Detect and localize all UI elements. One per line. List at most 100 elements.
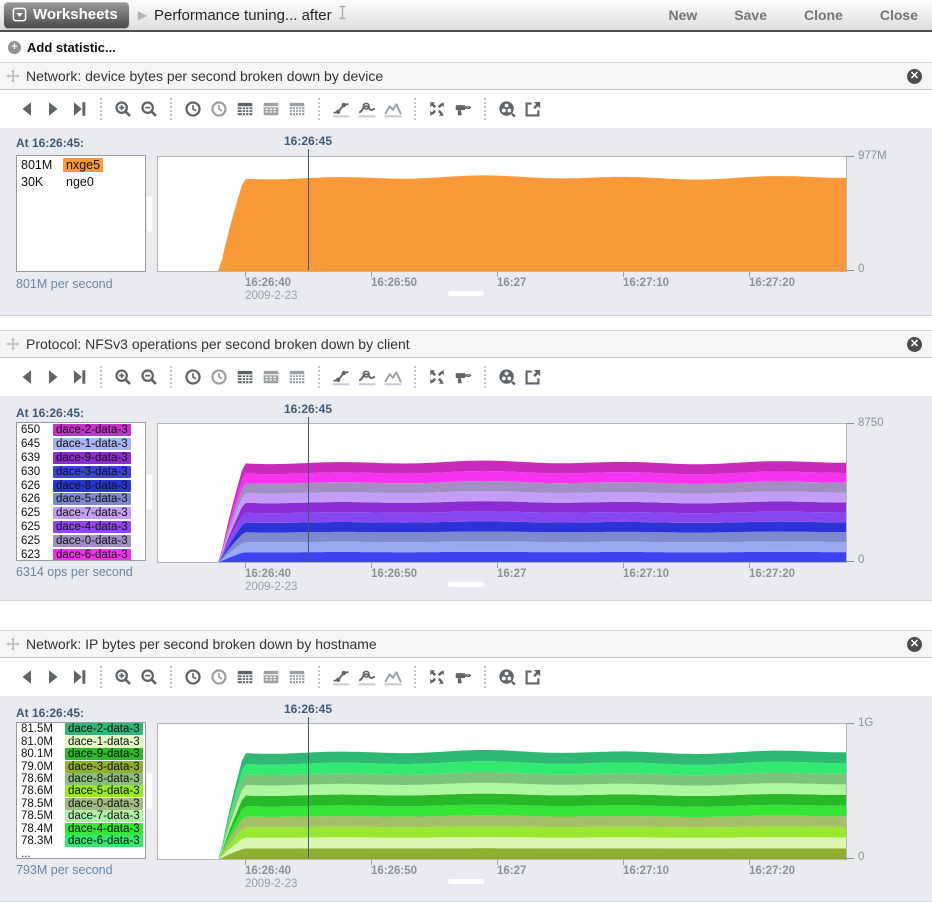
graph-line-icon[interactable] xyxy=(358,668,376,686)
legend-name[interactable]: dace-1-data-3 xyxy=(65,736,143,748)
move-icon[interactable] xyxy=(6,69,20,83)
close-icon[interactable]: ✕ xyxy=(907,637,922,652)
legend-row[interactable]: 801Mnxge5 xyxy=(17,156,145,173)
step-back-icon[interactable] xyxy=(18,100,36,118)
expand-icon[interactable] xyxy=(428,668,446,686)
legend-row[interactable]: 626dace-5-data-3 xyxy=(17,492,145,506)
zoom-in-icon[interactable] xyxy=(114,368,132,386)
step-forward-icon[interactable] xyxy=(44,668,62,686)
add-statistic-row[interactable]: + Add statistic... xyxy=(0,34,932,60)
reel-icon[interactable] xyxy=(498,368,516,386)
graph-min-icon[interactable] xyxy=(332,668,350,686)
clock-icon[interactable] xyxy=(210,668,228,686)
zoom-in-icon[interactable] xyxy=(114,668,132,686)
legend-name[interactable]: dace-9-data-3 xyxy=(65,748,143,760)
horizontal-splitter[interactable] xyxy=(448,879,484,884)
move-icon[interactable] xyxy=(6,337,20,351)
legend-name[interactable]: nge0 xyxy=(63,175,97,189)
clone-button[interactable]: Clone xyxy=(804,7,843,23)
horizontal-splitter[interactable] xyxy=(448,291,484,296)
clock-back-icon[interactable] xyxy=(184,100,202,118)
legend-row[interactable]: 80.1Mdace-9-data-3 xyxy=(17,748,145,760)
chart-plot[interactable] xyxy=(157,423,847,563)
legend-row[interactable]: 639dace-9-data-3 xyxy=(17,451,145,465)
legend-name[interactable]: dace-8-data-3 xyxy=(53,480,131,492)
legend-row[interactable]: 650dace-2-data-3 xyxy=(17,423,145,437)
legend-name[interactable]: dace-4-data-3 xyxy=(53,521,131,533)
legend-name[interactable]: dace-5-data-3 xyxy=(65,785,143,797)
legend-name[interactable]: dace-6-data-3 xyxy=(65,835,143,847)
legend-row[interactable]: 78.5Mdace-0-data-3 xyxy=(17,798,145,810)
drill-icon[interactable] xyxy=(454,368,472,386)
drill-icon[interactable] xyxy=(454,668,472,686)
graph-min-icon[interactable] xyxy=(332,368,350,386)
legend-name[interactable]: dace-6-data-3 xyxy=(53,549,131,561)
legend-name[interactable]: dace-2-data-3 xyxy=(65,723,143,735)
legend-name[interactable]: dace-3-data-3 xyxy=(53,466,131,478)
table-grid-icon[interactable] xyxy=(288,668,306,686)
legend-row[interactable]: 625dace-7-data-3 xyxy=(17,506,145,520)
graph-line-icon[interactable] xyxy=(358,100,376,118)
clock-back-icon[interactable] xyxy=(184,668,202,686)
legend-row[interactable]: 626dace-8-data-3 xyxy=(17,479,145,493)
export-icon[interactable] xyxy=(524,100,542,118)
legend-row[interactable]: 81.5Mdace-2-data-3 xyxy=(17,723,145,735)
zoom-out-icon[interactable] xyxy=(140,100,158,118)
drill-icon[interactable] xyxy=(454,100,472,118)
expand-icon[interactable] xyxy=(428,100,446,118)
legend-name[interactable]: dace-7-data-3 xyxy=(65,810,143,822)
legend-row[interactable]: 78.3Mdace-6-data-3 xyxy=(17,835,145,847)
skip-forward-icon[interactable] xyxy=(70,668,88,686)
legend-row[interactable]: 623dace-6-data-3 xyxy=(17,548,145,561)
step-back-icon[interactable] xyxy=(18,368,36,386)
legend-name[interactable]: dace-0-data-3 xyxy=(53,535,131,547)
table-grid-icon[interactable] xyxy=(288,100,306,118)
worksheet-title[interactable]: Performance tuning... after xyxy=(154,7,332,24)
vertical-splitter[interactable] xyxy=(147,474,152,510)
graph-min-icon[interactable] xyxy=(332,100,350,118)
table-rows-icon[interactable] xyxy=(262,668,280,686)
close-button[interactable]: Close xyxy=(880,7,918,23)
horizontal-splitter[interactable] xyxy=(448,582,484,587)
table-summary-icon[interactable] xyxy=(236,368,254,386)
skip-forward-icon[interactable] xyxy=(70,368,88,386)
chart-plot[interactable] xyxy=(157,156,847,272)
table-summary-icon[interactable] xyxy=(236,100,254,118)
table-summary-icon[interactable] xyxy=(236,668,254,686)
close-icon[interactable]: ✕ xyxy=(907,69,922,84)
zoom-out-icon[interactable] xyxy=(140,668,158,686)
legend-row[interactable]: 625dace-4-data-3 xyxy=(17,520,145,534)
legend-name[interactable]: dace-3-data-3 xyxy=(65,761,143,773)
legend-row[interactable]: 630dace-3-data-3 xyxy=(17,465,145,479)
new-button[interactable]: New xyxy=(668,7,697,23)
table-rows-icon[interactable] xyxy=(262,368,280,386)
legend-row[interactable]: 78.6Mdace-8-data-3 xyxy=(17,773,145,785)
export-icon[interactable] xyxy=(524,368,542,386)
graph-area-icon[interactable] xyxy=(384,368,402,386)
save-button[interactable]: Save xyxy=(734,7,767,23)
graph-area-icon[interactable] xyxy=(384,668,402,686)
chart-plot[interactable] xyxy=(157,723,847,860)
move-icon[interactable] xyxy=(6,637,20,651)
legend-name[interactable]: dace-2-data-3 xyxy=(53,424,131,436)
graph-area-icon[interactable] xyxy=(384,100,402,118)
legend-row[interactable]: 78.5Mdace-7-data-3 xyxy=(17,810,145,822)
legend-row[interactable]: 81.0Mdace-1-data-3 xyxy=(17,735,145,747)
legend-row[interactable]: 625dace-0-data-3 xyxy=(17,534,145,548)
table-grid-icon[interactable] xyxy=(288,368,306,386)
table-rows-icon[interactable] xyxy=(262,100,280,118)
legend-name[interactable]: dace-5-data-3 xyxy=(53,493,131,505)
close-icon[interactable]: ✕ xyxy=(907,337,922,352)
zoom-in-icon[interactable] xyxy=(114,100,132,118)
clock-back-icon[interactable] xyxy=(184,368,202,386)
clock-icon[interactable] xyxy=(210,100,228,118)
legend-row[interactable]: 645dace-1-data-3 xyxy=(17,437,145,451)
zoom-out-icon[interactable] xyxy=(140,368,158,386)
legend-name[interactable]: dace-9-data-3 xyxy=(53,452,131,464)
legend-row[interactable]: 30Knge0 xyxy=(17,173,145,190)
export-icon[interactable] xyxy=(524,668,542,686)
step-forward-icon[interactable] xyxy=(44,368,62,386)
step-back-icon[interactable] xyxy=(18,668,36,686)
skip-forward-icon[interactable] xyxy=(70,100,88,118)
vertical-splitter[interactable] xyxy=(147,773,152,809)
